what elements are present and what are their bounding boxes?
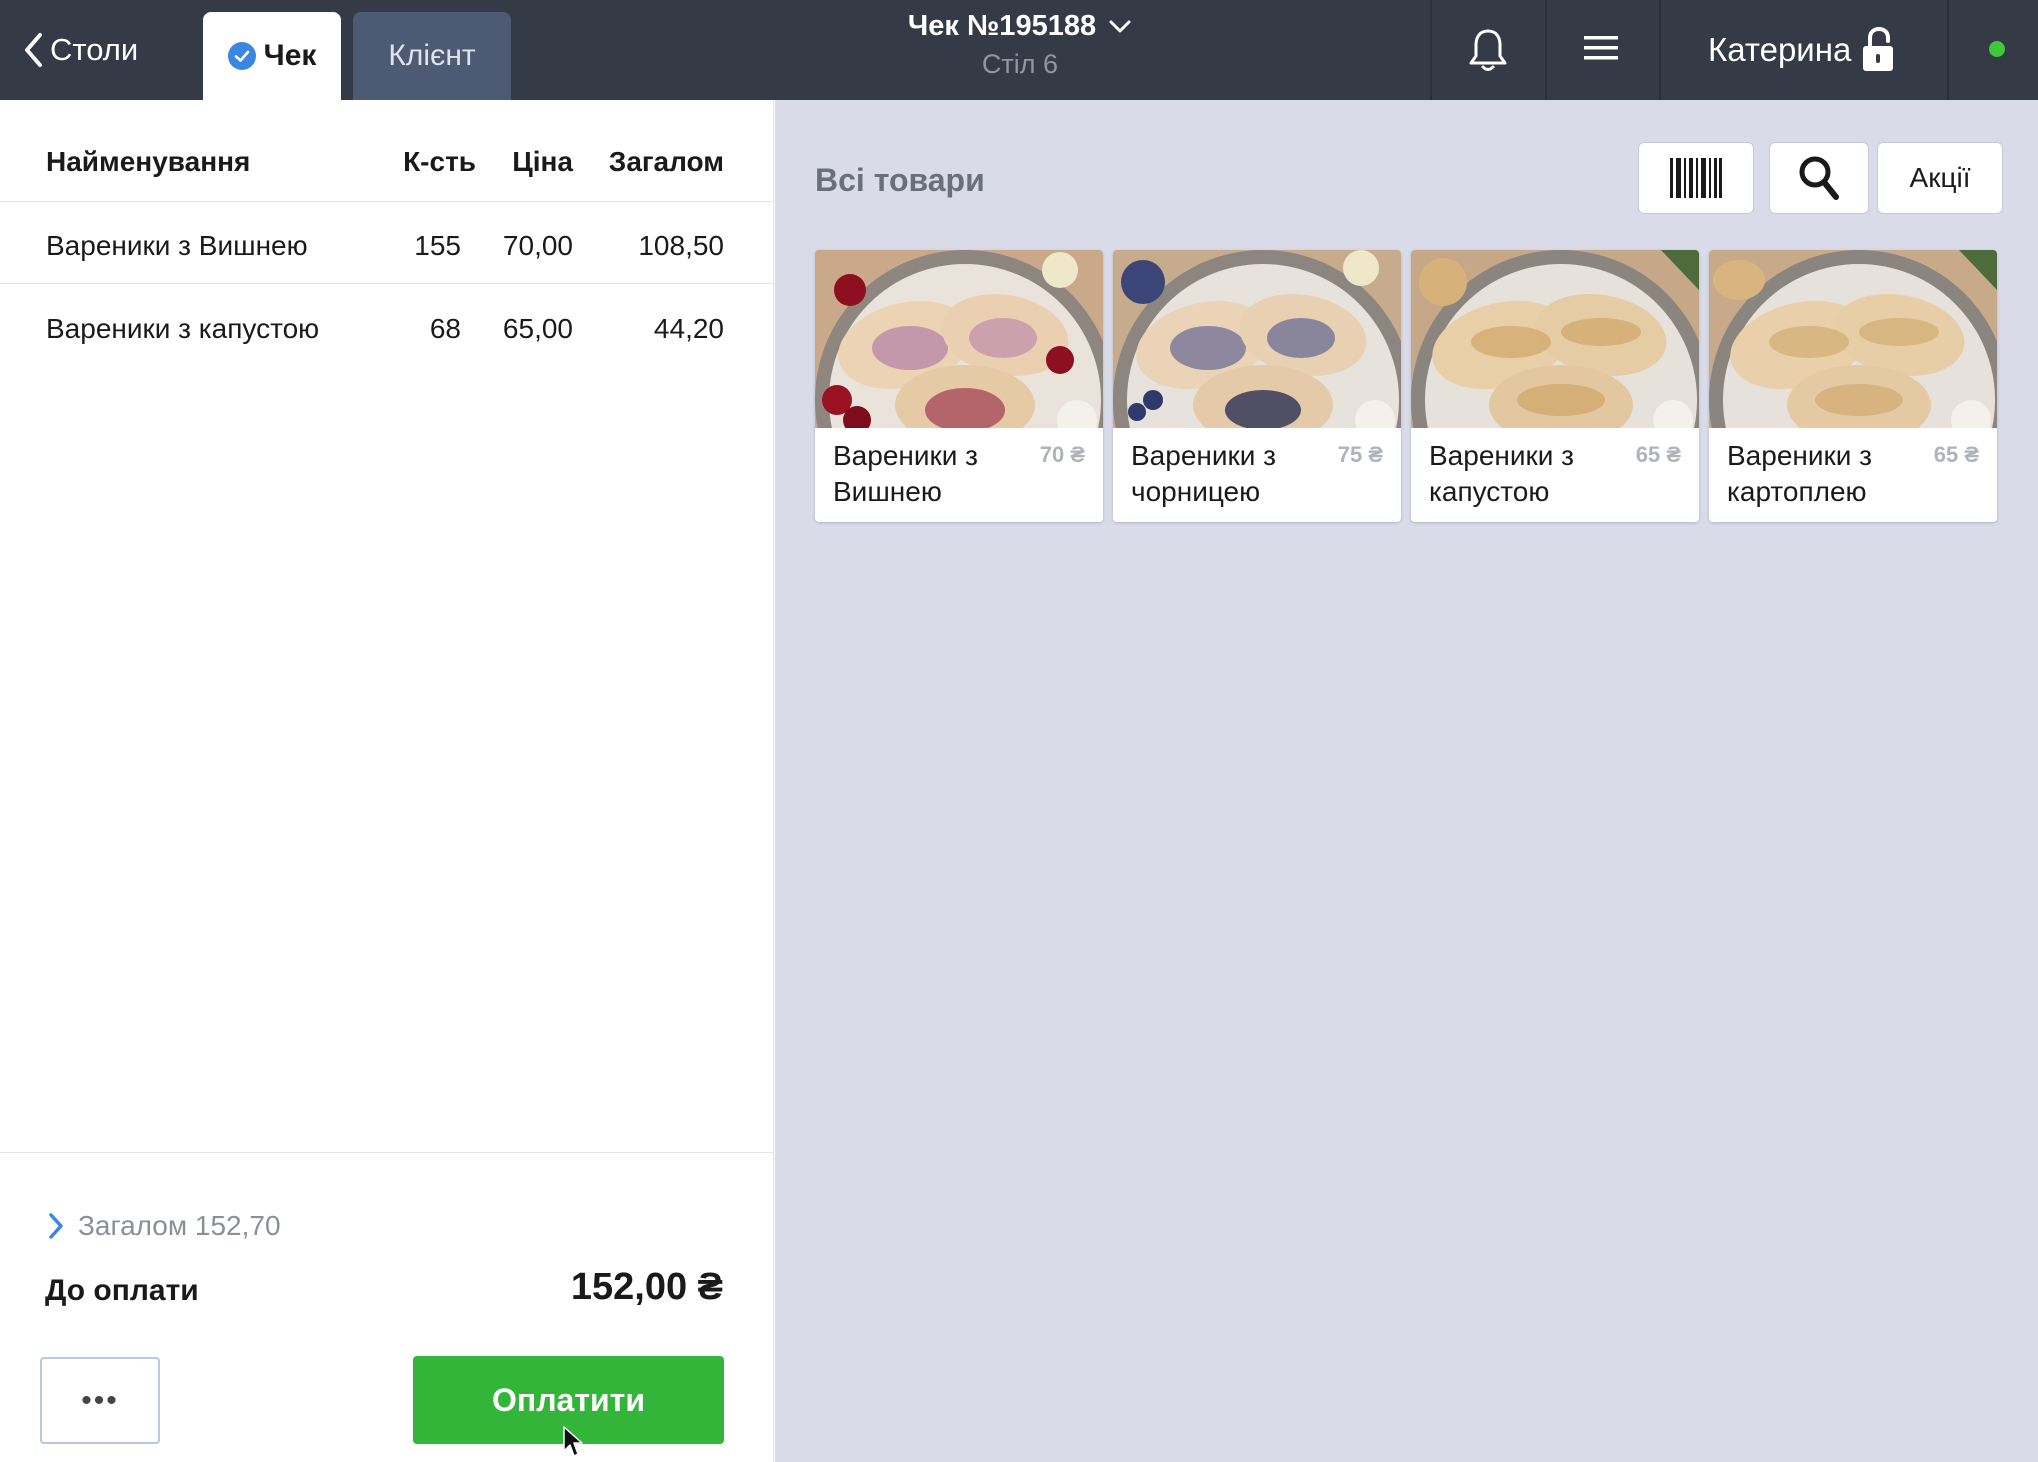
product-price: 70 ₴ <box>1039 442 1085 467</box>
user-lock-button[interactable]: Катерина <box>1708 22 1895 78</box>
product-card[interactable]: Вареники з капустою 65 ₴ <box>1411 250 1699 522</box>
product-card[interactable]: Вареники з чорницею 75 ₴ <box>1113 250 1401 522</box>
product-name: Вареники з картоплею <box>1727 440 1873 507</box>
search-icon <box>1799 156 1839 200</box>
catalog-panel: Всі товари Акції Вареники з Вишнею 70 ₴ … <box>775 100 2038 1462</box>
product-name: Вареники з капустою <box>1429 440 1575 507</box>
item-price: 70,00 <box>502 230 573 261</box>
item-name: Вареники з капустою <box>46 313 320 344</box>
product-price: 65 ₴ <box>1635 442 1681 467</box>
chevron-right-icon <box>49 1213 63 1239</box>
product-card[interactable]: Вареники з Вишнею 70 ₴ <box>815 250 1103 522</box>
barcode-icon <box>1670 158 1722 198</box>
item-qty: 155 <box>414 230 461 261</box>
receipt-selector[interactable]: Чек №195188 Стіл 6 <box>880 10 1160 80</box>
item-total: 108,50 <box>638 230 724 261</box>
chevron-down-icon <box>1109 20 1131 32</box>
amount-due-label: До оплати <box>45 1274 199 1307</box>
catalog-title: Всі товари <box>815 162 985 198</box>
promotions-button[interactable]: Акції <box>1877 142 2003 214</box>
bell-icon[interactable] <box>1466 26 1510 74</box>
subtotal-text: Загалом 152,70 <box>78 1210 281 1241</box>
product-card[interactable]: Вареники з картоплею 65 ₴ <box>1709 250 1997 522</box>
subtotal-expander[interactable]: Загалом 152,70 <box>48 1210 281 1242</box>
dumplings-potato-photo <box>1709 250 1997 428</box>
tab-client[interactable]: Клієнт <box>353 12 511 100</box>
tab-check[interactable]: Чек <box>203 12 341 100</box>
column-qty: К-сть <box>403 146 476 177</box>
divider <box>1430 0 1432 100</box>
back-to-tables-button[interactable]: Столи <box>22 28 138 72</box>
dumplings-blueberry-photo <box>1113 250 1401 428</box>
product-price: 75 ₴ <box>1337 442 1383 467</box>
hamburger-menu-icon[interactable] <box>1584 34 1618 62</box>
tab-check-label: Чек <box>263 39 317 72</box>
item-name: Вареники з Вишнею <box>46 230 308 261</box>
divider <box>1659 0 1661 100</box>
chevron-left-icon <box>25 33 42 67</box>
product-name: Вареники з чорницею <box>1131 440 1277 507</box>
more-options-button[interactable]: ••• <box>40 1357 160 1444</box>
item-total: 44,20 <box>653 313 724 344</box>
column-price: Ціна <box>512 146 573 177</box>
dumplings-cabbage-photo <box>1411 250 1699 428</box>
column-total: Загалом <box>608 146 724 177</box>
order-row[interactable]: Вареники з Вишнею 155 70,00 108,50 <box>0 202 774 284</box>
divider <box>1545 0 1547 100</box>
divider <box>1947 0 1949 100</box>
check-circle-icon <box>227 42 256 70</box>
amount-due-value: 152,00 ₴ <box>570 1266 723 1308</box>
receipt-number: Чек №195188 <box>907 10 1097 42</box>
barcode-scan-button[interactable] <box>1638 142 1754 214</box>
unlocked-padlock-icon <box>1863 27 1894 71</box>
product-name: Вареники з Вишнею <box>833 440 979 507</box>
order-panel: Найменування К-сть Ціна Загалом Вареники… <box>0 100 774 1462</box>
column-name: Найменування <box>46 146 251 177</box>
product-price: 65 ₴ <box>1933 442 1979 467</box>
mouse-cursor-icon <box>563 1426 583 1457</box>
back-label: Столи <box>50 32 139 67</box>
dumplings-cherry-photo <box>815 250 1103 428</box>
table-label: Стіл 6 <box>981 49 1059 79</box>
top-bar: Столи Чек Клієнт Чек №195188 Стіл 6 Кате… <box>0 0 2038 100</box>
item-price: 65,00 <box>502 313 573 344</box>
item-qty: 68 <box>429 313 461 344</box>
user-name: Катерина <box>1708 31 1852 68</box>
search-button[interactable] <box>1769 142 1869 214</box>
divider <box>0 1152 774 1153</box>
tab-client-label: Клієнт <box>388 39 476 72</box>
order-row[interactable]: Вареники з капустою 68 65,00 44,20 <box>0 285 774 367</box>
order-table-header: Найменування К-сть Ціна Загалом <box>0 100 774 202</box>
online-status-dot <box>1989 41 2005 57</box>
